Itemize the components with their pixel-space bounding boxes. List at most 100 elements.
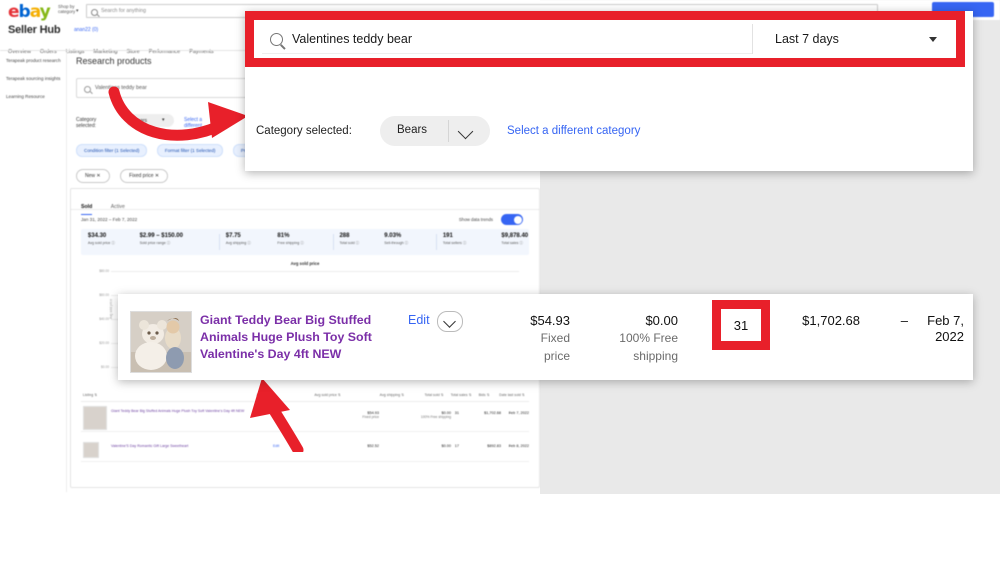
search-icon bbox=[91, 8, 98, 16]
stat-tile-total-sales: $9,878.40 Total sales ⓘ bbox=[501, 233, 528, 246]
stat-label: Sell-through ⓘ bbox=[384, 241, 409, 245]
ebay-logo-letter-e: e bbox=[8, 2, 19, 22]
chart-y-tick-label: $0.00 bbox=[101, 365, 109, 369]
stat-label: Avg sold price ⓘ bbox=[87, 241, 115, 245]
overlay-search-input[interactable]: Valentines teddy bear bbox=[262, 24, 753, 54]
cell-total-sold: 17 bbox=[454, 444, 459, 448]
stat-value: 81% bbox=[277, 233, 290, 239]
overlay-edit-dropdown-button[interactable] bbox=[437, 311, 463, 332]
close-icon[interactable]: ✕ bbox=[155, 173, 159, 179]
stat-tile-total-sellers: 191 Total sellers ⓘ bbox=[443, 233, 467, 246]
annotation-box-total-sold: 31 bbox=[712, 300, 770, 350]
cell-date-last-sold: Feb 7, 2022 bbox=[508, 411, 529, 415]
overlay-date-range-dropdown[interactable]: Last 7 days bbox=[763, 24, 951, 54]
stat-tile-avg-shipping: $7.75 Avg shipping ⓘ bbox=[226, 233, 251, 246]
stats-bar: $34.30 Avg sold price ⓘ $2.99 – $150.00 Sol… bbox=[81, 229, 529, 255]
listing-title[interactable]: Giant Teddy Bear Big Stuffed Animals Hug… bbox=[111, 409, 263, 414]
teddy-bear-photo-icon bbox=[131, 312, 191, 372]
stat-label: Total sold ⓘ bbox=[339, 241, 360, 245]
overlay-date-column: Feb 7, 2022 bbox=[906, 313, 964, 346]
screenshot-stage: ebay Shop by category ▾ Search for anyth… bbox=[0, 0, 1000, 562]
stat-separator bbox=[332, 234, 334, 250]
ebay-logo-letter-y: y bbox=[39, 2, 51, 22]
table-header-date-last-sold[interactable]: Date last sold ⇅ bbox=[499, 393, 525, 397]
listing-thumbnail bbox=[83, 442, 99, 458]
ebay-logo[interactable]: ebay bbox=[8, 2, 51, 22]
overlay-category-chip[interactable]: Bears bbox=[380, 116, 490, 146]
stat-label: Avg shipping ⓘ bbox=[225, 241, 251, 245]
stat-value: $34.30 bbox=[87, 233, 107, 239]
cell-total-sold: 31 bbox=[454, 411, 459, 415]
overlay-bids-value: – bbox=[900, 313, 908, 328]
filter-pill-fixed-price[interactable]: Fixed price ✕ bbox=[120, 169, 169, 183]
overlay-price-type-line2: price bbox=[543, 349, 570, 363]
seller-hub-username[interactable]: anan22 (0) bbox=[74, 27, 98, 33]
stat-separator bbox=[435, 234, 437, 250]
sidebar-item-learning-resource[interactable]: Learning Resource bbox=[6, 94, 64, 100]
cell-date-last-sold: Feb 8, 2022 bbox=[508, 444, 529, 448]
table-header-bids[interactable]: Bids ⇅ bbox=[479, 393, 490, 397]
category-selected-label: Category selected: bbox=[76, 117, 97, 129]
search-icon bbox=[84, 85, 91, 93]
stat-tile-total-sold: 288 Total sold ⓘ bbox=[339, 233, 359, 246]
overlay-total-sales-column: $1,702.68 bbox=[770, 313, 860, 328]
annotation-arrow-upper bbox=[108, 86, 248, 141]
filter-pill-new[interactable]: New ✕ bbox=[76, 169, 110, 183]
global-search-placeholder: Search for anything bbox=[101, 8, 146, 14]
overlay-shipping-value: $0.00 bbox=[645, 313, 678, 328]
tabs-divider bbox=[71, 209, 539, 210]
stat-value: 288 bbox=[339, 233, 350, 239]
sidebar-item-terapeak-sourcing-insights[interactable]: Terapeak sourcing insights bbox=[6, 76, 64, 82]
page-title: Research products bbox=[76, 56, 152, 66]
input-underline bbox=[262, 53, 752, 54]
overlay-bids-column: – bbox=[862, 313, 908, 328]
table-header-avg-shipping[interactable]: Avg shipping ⇅ bbox=[380, 393, 405, 397]
overlay-category-selected-label: Category selected: bbox=[256, 125, 352, 137]
table-header-total-sold[interactable]: Total sold ⇅ bbox=[424, 393, 443, 397]
left-sidebar: Terapeak product research Terapeak sourc… bbox=[6, 58, 64, 112]
stat-value: 191 bbox=[442, 233, 453, 239]
stat-separator bbox=[218, 234, 220, 250]
overlay-shipping-note-line2: shipping bbox=[633, 349, 678, 363]
overlay-date-range-value: Last 7 days bbox=[775, 32, 839, 46]
overlay-category-chip-value: Bears bbox=[397, 124, 428, 136]
listing-title[interactable]: Valentine'S Day Romantic Gift Large Swee… bbox=[111, 444, 263, 449]
stat-label: Sold price range ⓘ bbox=[139, 241, 171, 245]
overlay-total-sales-value: $1,702.68 bbox=[802, 313, 860, 328]
stat-value: $9,878.40 bbox=[501, 233, 529, 239]
results-date-range: Jan 31, 2022 – Feb 7, 2022 bbox=[81, 217, 138, 222]
chevron-down-icon bbox=[443, 315, 456, 328]
stat-label: Total sales ⓘ bbox=[501, 241, 523, 245]
filter-pill-fixed-price-label: Fixed price bbox=[129, 173, 154, 179]
close-icon[interactable]: ✕ bbox=[96, 173, 100, 179]
table-header-total-sales[interactable]: Total sales ⇅ bbox=[451, 393, 472, 397]
table-header-listing[interactable]: Listing ⇅ bbox=[83, 393, 97, 397]
bottom-whitespace bbox=[0, 494, 1000, 562]
stat-value: $7.75 bbox=[225, 233, 241, 239]
chart-y-tick-label: $40.00 bbox=[99, 317, 109, 321]
sidebar-divider bbox=[66, 52, 67, 492]
stat-value: $2.99 – $150.00 bbox=[139, 233, 183, 239]
ebay-logo-letter-b: b bbox=[18, 2, 31, 22]
seller-hub-title: Seller Hub bbox=[8, 24, 61, 36]
show-data-trends-toggle[interactable] bbox=[501, 214, 523, 225]
overlay-price-type-line1: Fixed bbox=[540, 331, 570, 345]
stat-label: Total sellers ⓘ bbox=[442, 241, 467, 245]
overlay-listing-title[interactable]: Giant Teddy Bear Big Stuffed Animals Hug… bbox=[200, 312, 380, 363]
show-data-trends-label: Show data trends bbox=[458, 217, 493, 222]
overlay-price-column: $54.93 Fixed price bbox=[470, 313, 570, 364]
cell-shipping-note: 100% Free shipping bbox=[420, 415, 451, 419]
annotation-arrow-lower bbox=[250, 378, 304, 452]
overlay-shipping-column: $0.00 100% Free shipping bbox=[578, 313, 678, 364]
stat-tile-sold-price-range: $2.99 – $150.00 Sold price range ⓘ bbox=[140, 233, 183, 246]
overlay-edit-link[interactable]: Edit bbox=[408, 313, 430, 327]
overlay-search-value: Valentines teddy bear bbox=[292, 32, 412, 46]
overlay-date-line2: 2022 bbox=[935, 329, 964, 344]
overlay-price-value: $54.93 bbox=[530, 313, 570, 328]
sidebar-item-terapeak-product-research[interactable]: Terapeak product research bbox=[6, 58, 64, 64]
chevron-down-icon bbox=[457, 123, 474, 140]
active-filter-pills: New ✕ Fixed price ✕ bbox=[76, 164, 174, 183]
overlay-select-different-category-link[interactable]: Select a different category bbox=[507, 125, 640, 137]
chart-y-tick-label: $60.00 bbox=[99, 293, 109, 297]
stat-tile-avg-sold-price: $34.30 Avg sold price ⓘ bbox=[88, 233, 115, 246]
